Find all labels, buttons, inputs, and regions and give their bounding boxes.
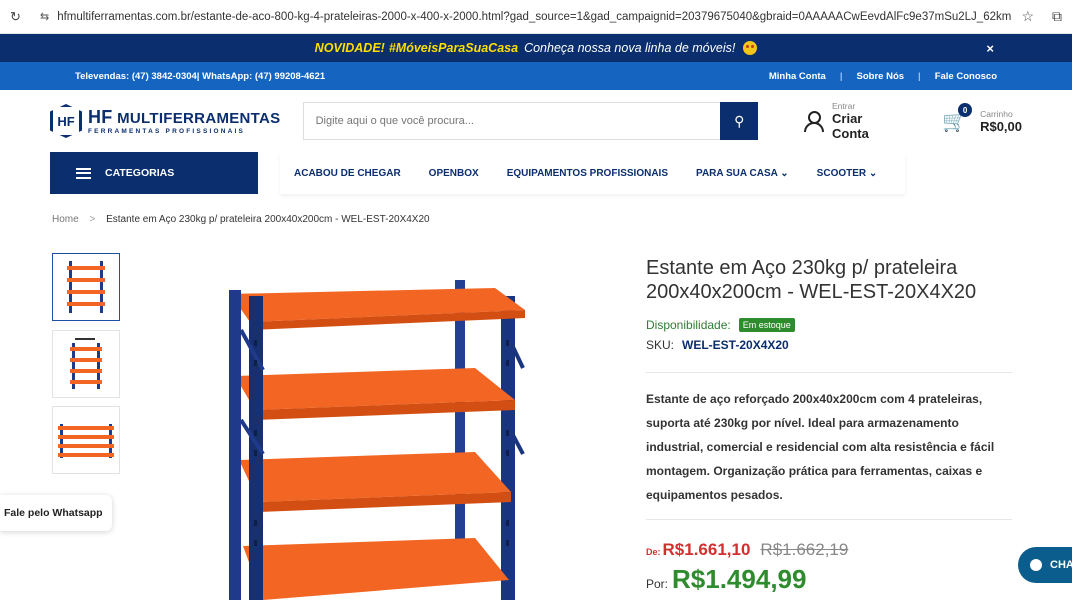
search-form: ⚲: [302, 102, 759, 140]
availability: Disponibilidade: Em estoque: [646, 318, 1012, 332]
search-input[interactable]: [302, 102, 721, 140]
product-main-image[interactable]: [205, 270, 545, 600]
cart-icon: 🛒 0: [942, 103, 973, 133]
divider: [646, 372, 1012, 373]
breadcrumb-separator: >: [89, 214, 96, 225]
logo-multi: MULTIFERRAMENTAS: [117, 110, 281, 127]
shelf-dimensions-thumbnail-image: [70, 338, 102, 389]
bookmark-star-icon[interactable]: ☆: [1021, 8, 1034, 25]
nav-item-acabou-de-chegar[interactable]: ACABOU DE CHEGAR: [294, 168, 401, 179]
nav-item-scooter[interactable]: SCOOTER ⌄: [817, 168, 878, 179]
fale-conosco-link[interactable]: Fale Conosco: [935, 71, 997, 82]
price-now-value: R$1.494,99: [672, 564, 807, 594]
heart-eyes-emoji-icon: [743, 41, 758, 55]
logo-mark-icon: HF: [50, 104, 82, 138]
product-title: Estante em Aço 230kg p/ prateleira 200x4…: [646, 257, 977, 303]
nav-item-openbox[interactable]: OPENBOX: [429, 168, 479, 179]
reload-icon[interactable]: ↻: [10, 9, 26, 25]
price-now-label: Por:: [646, 577, 669, 591]
thumbnail-3[interactable]: [52, 406, 120, 474]
cart-link[interactable]: 🛒 0 Carrinho R$0,00: [942, 103, 1022, 134]
shelf-side-thumbnail-image: [58, 424, 114, 458]
contact-bar: Televendas: (47) 3842-0304| WhatsApp: (4…: [0, 62, 1072, 90]
search-icon: ⚲: [734, 112, 745, 129]
site-header: HF HF MULTIFERRAMENTAS FERRAMENTAS PROFI…: [0, 90, 1072, 152]
availability-label: Disponibilidade:: [646, 318, 731, 332]
promo-close-button[interactable]: ×: [986, 41, 994, 56]
nav-item-equipamentos[interactable]: EQUIPAMENTOS PROFISSIONAIS: [507, 168, 668, 179]
promo-novidade: NOVIDADE!: [314, 41, 385, 55]
logo-subtitle: FERRAMENTAS PROFISSIONAIS: [88, 128, 246, 135]
browser-toolbar: ↻ ⇆ hfmultiferramentas.com.br/estante-de…: [0, 0, 1072, 34]
cart-count-badge: 0: [958, 103, 973, 117]
categories-button[interactable]: CATEGORIAS: [50, 152, 258, 194]
nav-item-para-sua-casa[interactable]: PARA SUA CASA ⌄: [696, 168, 789, 179]
price-from-value: R$1.661,10: [662, 540, 751, 559]
breadcrumb: Home > Estante em Aço 230kg p/ prateleir…: [52, 214, 430, 225]
main-nav: CATEGORIAS ACABOU DE CHEGAR OPENBOX EQUI…: [0, 152, 1072, 194]
product-description: Estante de aço reforçado 200x40x200cm co…: [646, 392, 995, 502]
account-login-label: Entrar: [832, 101, 856, 111]
product-info: Estante em Aço 230kg p/ prateleira 200x4…: [646, 256, 1012, 595]
in-stock-badge: Em estoque: [738, 318, 795, 332]
price-old-value: R$1.662,19: [760, 540, 849, 559]
site-logo[interactable]: HF HF MULTIFERRAMENTAS FERRAMENTAS PROFI…: [50, 104, 303, 138]
menu-icon: [76, 167, 91, 179]
site-info-icon[interactable]: ⇆: [40, 10, 49, 23]
price-from: De: R$1.661,10 R$1.662,19: [646, 540, 1012, 560]
cart-total: R$0,00: [980, 118, 1022, 134]
separator: |: [839, 70, 843, 82]
chat-button[interactable]: CHAT: [1018, 547, 1072, 583]
contact-phones: Televendas: (47) 3842-0304| WhatsApp: (4…: [75, 70, 326, 82]
breadcrumb-current: Estante em Aço 230kg p/ prateleira 200x4…: [106, 214, 430, 225]
sku-value: WEL-EST-20X4X20: [682, 338, 789, 352]
account-link[interactable]: Entrar Criar Conta: [802, 101, 902, 141]
address-bar[interactable]: hfmultiferramentas.com.br/estante-de-aco…: [57, 11, 1011, 23]
divider: [646, 519, 1012, 520]
chat-label: CHAT: [1050, 559, 1072, 571]
chat-bubble-icon: [1030, 559, 1042, 571]
thumbnail-1[interactable]: [52, 253, 120, 321]
extensions-icon[interactable]: ⧉: [1052, 8, 1062, 25]
shelf-thumbnail-image: [67, 261, 105, 313]
price-from-label: De:: [646, 547, 661, 557]
sobre-nos-link[interactable]: Sobre Nós: [857, 71, 905, 82]
user-icon: [802, 110, 825, 132]
sku: SKU: WEL-EST-20X4X20: [646, 338, 1012, 352]
cart-label: Carrinho: [980, 108, 1013, 119]
minha-conta-link[interactable]: Minha Conta: [769, 71, 826, 82]
promo-bar: NOVIDADE! #MóveisParaSuaCasa Conheça nos…: [0, 34, 1072, 62]
separator: |: [918, 70, 921, 82]
whatsapp-button[interactable]: Fale pelo Whatsapp: [0, 495, 112, 531]
account-create-label: Criar Conta: [832, 111, 869, 141]
promo-hashtag: #MóveisParaSuaCasa: [388, 41, 519, 55]
breadcrumb-home[interactable]: Home: [52, 214, 79, 225]
logo-hf: HF: [88, 107, 113, 127]
categories-label: CATEGORIAS: [105, 167, 175, 179]
promo-text: Conheça nossa nova linha de móveis!: [524, 41, 736, 55]
thumbnail-2[interactable]: [52, 330, 120, 398]
search-button[interactable]: ⚲: [720, 102, 759, 140]
sku-label: SKU:: [646, 338, 675, 352]
price-now: Por: R$1.494,99: [646, 564, 1012, 595]
